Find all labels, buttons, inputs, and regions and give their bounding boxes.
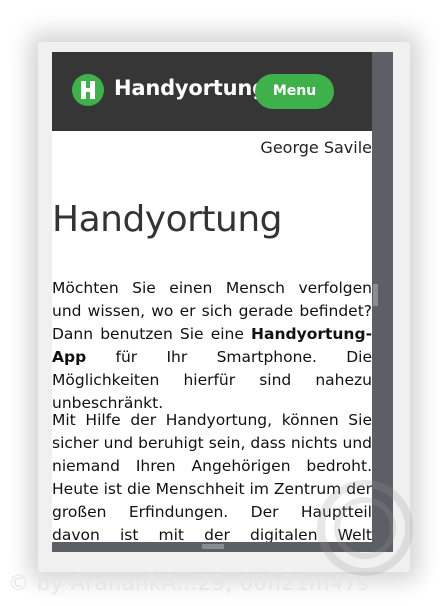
page-content: Handyortung Menu George Savile Handyortu… bbox=[52, 52, 372, 552]
scrollbar-thumb[interactable] bbox=[373, 284, 378, 306]
watermark-text: © by AranankA...29, 00h21m47s bbox=[8, 571, 370, 595]
author-name: George Savile bbox=[260, 138, 372, 157]
vertical-scrollbar[interactable] bbox=[372, 52, 393, 552]
site-header: Handyortung Menu bbox=[52, 52, 372, 131]
intro-paragraph: Möchten Sie einen Mensch verfolgen und w… bbox=[52, 277, 372, 415]
watermark-copyright-icon bbox=[317, 480, 413, 576]
menu-button[interactable]: Menu bbox=[255, 74, 334, 109]
green-h-logo-icon[interactable] bbox=[72, 74, 104, 106]
horizontal-scrollbar-thumb[interactable] bbox=[202, 544, 224, 549]
site-brand[interactable]: Handyortung bbox=[114, 76, 267, 100]
browser-window: Handyortung Menu George Savile Handyortu… bbox=[52, 52, 393, 552]
page-title: Handyortung bbox=[52, 199, 283, 240]
intro-text-2: für Ihr Smartphone. Die Möglichkeiten hi… bbox=[52, 348, 372, 412]
